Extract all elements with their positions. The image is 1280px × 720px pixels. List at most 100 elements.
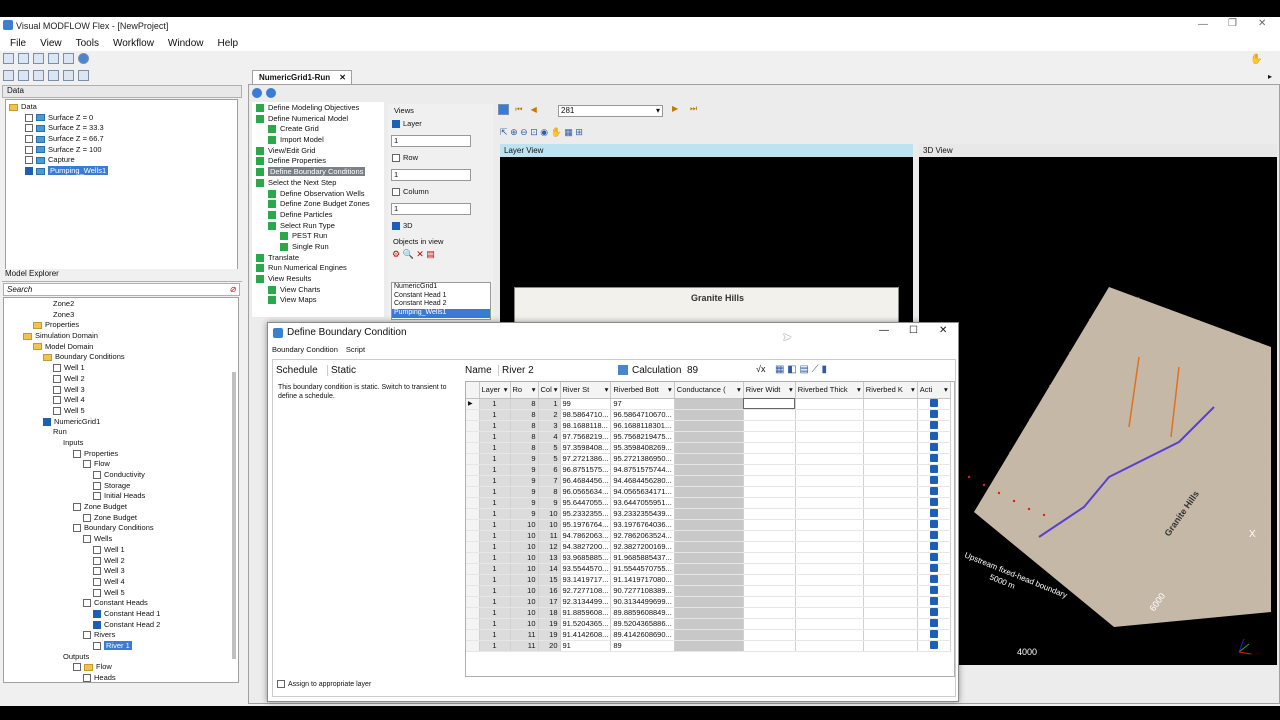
table-cell[interactable]: 96.8751575... [560,464,612,476]
explorer-tree-item[interactable]: Flow [7,662,235,673]
table-cell[interactable]: 16 [538,585,561,597]
table-row[interactable]: 1 9 8 96.0565634... 94.0565634171... [466,486,951,498]
explorer-tree-item[interactable]: Zone Budget [7,502,235,513]
tab-script[interactable]: Script [346,345,365,354]
explorer-tree-item[interactable]: Constant Head 1 [7,609,235,620]
conductance-cell[interactable] [674,629,744,641]
object-list-item[interactable]: NumericGrid1 [392,283,490,292]
row-selector[interactable] [466,530,480,542]
k-cell[interactable] [863,640,918,652]
table-cell[interactable]: 1 [479,442,511,454]
k-cell[interactable] [863,563,918,575]
row-selector[interactable] [466,420,480,432]
width-cell[interactable] [743,442,796,454]
workflow-step[interactable]: View/Edit Grid [254,146,382,157]
width-cell[interactable] [743,486,796,498]
dialog-minimize-button[interactable]: — [879,325,889,336]
checkbox[interactable] [25,113,33,122]
table-cell[interactable]: 7 [538,475,561,487]
table-cell[interactable]: 98.1688118... [560,420,612,432]
active-checkbox[interactable] [929,585,938,594]
width-cell[interactable] [743,640,796,652]
explorer-tree-item[interactable]: Well 3 [7,566,235,577]
table-cell[interactable]: 91.1419717080... [610,574,675,586]
table-cell[interactable]: 96.0565634... [560,486,612,498]
conductance-cell[interactable] [674,618,744,630]
table-cell[interactable]: 93.6447055951... [610,497,675,509]
active-checkbox[interactable] [929,508,938,517]
explorer-tree-item[interactable]: Well 3 [7,385,235,396]
table-cell[interactable]: 11 [538,530,561,542]
explorer-tree-item[interactable]: Well 1 [7,545,235,556]
table-row[interactable]: 1 8 4 97.7568219... 95.7568219475... [466,431,951,443]
column-header[interactable]: Conductance (▾ [674,382,744,399]
thickness-cell[interactable] [795,640,864,652]
k-cell[interactable] [863,530,918,542]
zoom-out-icon[interactable]: ⊖ [520,127,528,137]
table-cell[interactable]: 1 [479,596,511,608]
table-cell[interactable]: 93.1976764036... [610,519,675,531]
conductance-cell[interactable] [674,431,744,443]
k-cell[interactable] [863,519,918,531]
table-cell[interactable]: 1 [479,640,511,652]
table-cell[interactable]: 96.1688118301... [610,420,675,432]
table-cell[interactable]: 91.9685885437... [610,552,675,564]
table-row[interactable]: 1 9 9 95.6447055... 93.6447055951... [466,497,951,509]
table-cell[interactable]: 8 [510,442,539,454]
thickness-cell[interactable] [795,508,864,520]
row-selector[interactable] [466,453,480,465]
dialog-close-button[interactable]: ✕ [939,325,947,336]
width-cell[interactable] [743,420,796,432]
active-cell[interactable] [917,475,951,487]
table-cell[interactable]: 14 [538,563,561,575]
active-checkbox[interactable] [929,640,938,649]
checkbox[interactable] [53,396,61,405]
workflow-step[interactable]: View Results [254,274,382,285]
thickness-cell[interactable] [795,563,864,575]
doc-tab-close-icon[interactable]: ✕ [339,71,346,84]
row-spinner[interactable]: 1 [391,169,471,181]
width-cell[interactable] [743,497,796,509]
column-header[interactable]: Riverbed Thick ▾ [795,382,864,399]
table-cell[interactable]: 10 [510,519,539,531]
width-cell[interactable] [743,629,796,641]
table-cell[interactable]: 94.4684456280... [610,475,675,487]
dialog-maximize-button[interactable]: ☐ [909,325,918,336]
menu-workflow[interactable]: Workflow [113,38,154,49]
width-cell[interactable] [743,607,796,619]
table-cell[interactable]: 10 [510,530,539,542]
checkbox[interactable] [73,663,81,672]
k-cell[interactable] [863,420,918,432]
arrow-up-icon[interactable] [33,70,44,81]
active-checkbox[interactable] [929,486,938,495]
checkbox[interactable] [83,460,91,469]
row-selector[interactable] [466,607,480,619]
table-cell[interactable]: 15 [538,574,561,586]
active-checkbox[interactable] [929,497,938,506]
checkbox[interactable] [25,156,33,165]
workflow-step[interactable]: Create Grid [254,124,382,135]
data-tree-item[interactable]: Surface Z = 33.3 [9,123,234,134]
table-cell[interactable]: 1 [479,475,511,487]
table-cell[interactable]: 1 [479,497,511,509]
table-cell[interactable]: 91.8859608... [560,607,612,619]
explorer-tree-item[interactable]: Boundary Conditions [7,523,235,534]
active-checkbox[interactable] [929,431,938,440]
table-cell[interactable]: 96.4684456... [560,475,612,487]
column-header[interactable]: Col ▾ [538,382,561,399]
table-cell[interactable]: 94.3827200... [560,541,612,553]
active-cell[interactable] [917,574,951,586]
checkbox[interactable] [53,385,61,394]
k-cell[interactable] [863,453,918,465]
row-selector[interactable] [466,618,480,630]
table-cell[interactable]: 5 [538,442,561,454]
table-cell[interactable]: 97 [610,398,675,410]
k-cell[interactable] [863,607,918,619]
table-cell[interactable]: 95.2721386950... [610,453,675,465]
conductance-cell[interactable] [674,409,744,421]
table-cell[interactable]: 4 [538,431,561,443]
width-cell[interactable] [743,519,796,531]
checkbox[interactable] [83,631,91,640]
checkbox[interactable] [93,545,101,554]
table-cell[interactable]: 91 [560,640,612,652]
